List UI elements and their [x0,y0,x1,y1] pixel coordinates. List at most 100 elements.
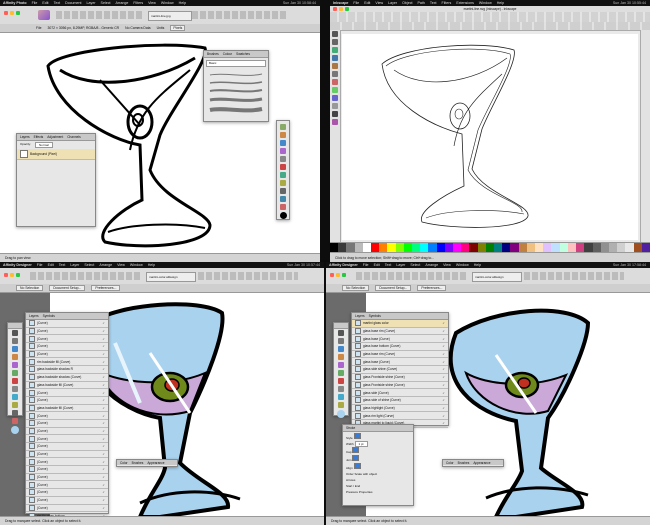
close-window-button[interactable] [330,273,334,277]
toolbox[interactable] [330,30,341,242]
toolbar-buttons[interactable] [30,272,140,280]
menu-item[interactable]: Help [497,1,504,5]
layer-row[interactable]: glass base bottom (Curve) ✓ [352,343,448,351]
visibility-check-icon[interactable]: ✓ [442,421,445,425]
menu-item[interactable]: Text [430,1,437,5]
palette-swatch[interactable] [477,243,486,252]
visibility-check-icon[interactable]: ✓ [102,321,105,325]
palette-swatch[interactable] [510,243,519,252]
preferences-button[interactable]: Preferences... [91,285,121,291]
menu-item[interactable]: Layer [396,263,405,267]
visibility-check-icon[interactable]: ✓ [102,475,105,479]
visibility-check-icon[interactable]: ✓ [102,383,105,387]
stroke-style-swatch[interactable] [353,433,361,439]
palette-swatch[interactable] [420,243,429,252]
menu-item[interactable]: Select [101,1,111,5]
tab-appearance[interactable]: Appearance [147,461,164,465]
menu-item[interactable]: Window [130,263,143,267]
tool-icons[interactable] [8,329,22,435]
visibility-check-icon[interactable]: ✓ [102,444,105,448]
palette-swatch[interactable] [502,243,511,252]
palette-swatch[interactable] [543,243,552,252]
layer-row[interactable]: (Curve) ✓ [26,351,108,359]
palette-swatch[interactable] [444,243,454,252]
menu-item[interactable]: File [363,263,369,267]
tab-layers[interactable]: Layers [355,314,365,318]
zoom-window-button[interactable] [16,11,20,15]
menu-item[interactable]: Text [385,263,392,267]
menu-item[interactable]: Edit [374,263,380,267]
join-button[interactable] [352,455,360,461]
layer-row[interactable]: glass backside fill (Curve) ✓ [26,381,108,390]
tab-brushes[interactable]: Brushes [132,461,144,465]
close-window-button[interactable] [333,7,337,11]
menu-item[interactable]: Inkscape [333,1,348,5]
visibility-check-icon[interactable]: ✓ [102,344,105,348]
palette-swatch[interactable] [346,243,355,252]
visibility-check-icon[interactable]: ✓ [442,375,445,379]
layer-row[interactable]: rim backside fill (Curve) ✓ [26,358,108,367]
menu-item[interactable]: View [443,263,451,267]
visibility-check-icon[interactable]: ✓ [102,467,105,471]
palette-swatch[interactable] [436,243,445,252]
toolbar-buttons-right[interactable] [524,272,624,280]
palette-swatch[interactable] [576,243,585,252]
palette-swatch[interactable] [617,243,626,252]
document-setup-button[interactable]: Document Setup... [375,285,412,291]
palette-swatch[interactable] [412,243,421,252]
palette-swatch[interactable] [526,243,536,252]
palette-swatch[interactable] [330,243,339,252]
layer-row[interactable]: (Curve) ✓ [26,481,108,490]
close-window-button[interactable] [4,273,8,277]
visibility-check-icon[interactable]: ✓ [102,391,105,395]
visibility-check-icon[interactable]: ✓ [102,329,105,333]
visibility-check-icon[interactable]: ✓ [442,398,445,402]
menu-item[interactable]: Layer [70,263,79,267]
visibility-check-icon[interactable]: ✓ [442,391,445,395]
layer-row[interactable]: (Curve) ✓ [26,489,108,497]
color-circle-icon[interactable] [337,410,345,418]
palette-swatch[interactable] [608,243,618,252]
menu-item[interactable]: Select [410,263,420,267]
palette-swatch[interactable] [395,243,404,252]
minimize-window-button[interactable] [10,11,14,15]
visibility-check-icon[interactable]: ✓ [102,452,105,456]
layer-row[interactable]: martini glass color ✓ [352,320,448,328]
layer-row[interactable]: (Curve) ✓ [26,435,108,443]
palette-swatch[interactable] [518,243,527,252]
visibility-check-icon[interactable]: ✓ [442,344,445,348]
menu-item[interactable]: Help [148,263,155,267]
menu-item[interactable]: File [32,1,38,5]
menu-item[interactable]: Edit [42,1,48,5]
palette-swatch[interactable] [592,243,601,252]
no-selection-button[interactable]: No Selection [16,285,44,291]
menu-item[interactable]: Extensions [456,1,474,5]
blend-mode-select[interactable]: Normal [35,142,53,148]
layer-row[interactable]: (Curve) ✓ [26,328,108,336]
palette-swatch[interactable] [338,243,347,252]
layer-row[interactable]: (Curve) ✓ [26,466,108,474]
menu-item[interactable]: Affinity Designer [329,263,358,267]
visibility-check-icon[interactable]: ✓ [442,383,445,387]
tab-layers[interactable]: Layers [20,135,30,139]
visibility-check-icon[interactable]: ✓ [102,460,105,464]
layer-row[interactable]: (Curve) ✓ [26,497,108,505]
close-window-button[interactable] [4,11,8,15]
layer-row[interactable]: (Curve) ✓ [26,397,108,405]
menu-item[interactable]: Text [54,1,61,5]
visibility-check-icon[interactable]: ✓ [102,398,105,402]
color-palette[interactable] [330,242,650,252]
properties-button[interactable]: Properties [359,490,373,494]
menu-item[interactable]: Text [59,263,66,267]
palette-swatch[interactable] [600,243,609,252]
palette-swatch[interactable] [625,243,634,252]
tab-symbols[interactable]: Symbols [369,314,381,318]
file-tab[interactable]: martini-color.afdesign [472,272,522,282]
layer-row[interactable]: (Curve) ✓ [26,343,108,351]
document-setup-button[interactable]: Document Setup... [49,285,86,291]
visibility-check-icon[interactable]: ✓ [442,329,445,333]
snap-bar[interactable] [640,30,650,242]
layer-row[interactable]: glass side shine (Curve) ✓ [352,366,448,374]
palette-swatch[interactable] [584,243,593,252]
visibility-check-icon[interactable]: ✓ [442,321,445,325]
